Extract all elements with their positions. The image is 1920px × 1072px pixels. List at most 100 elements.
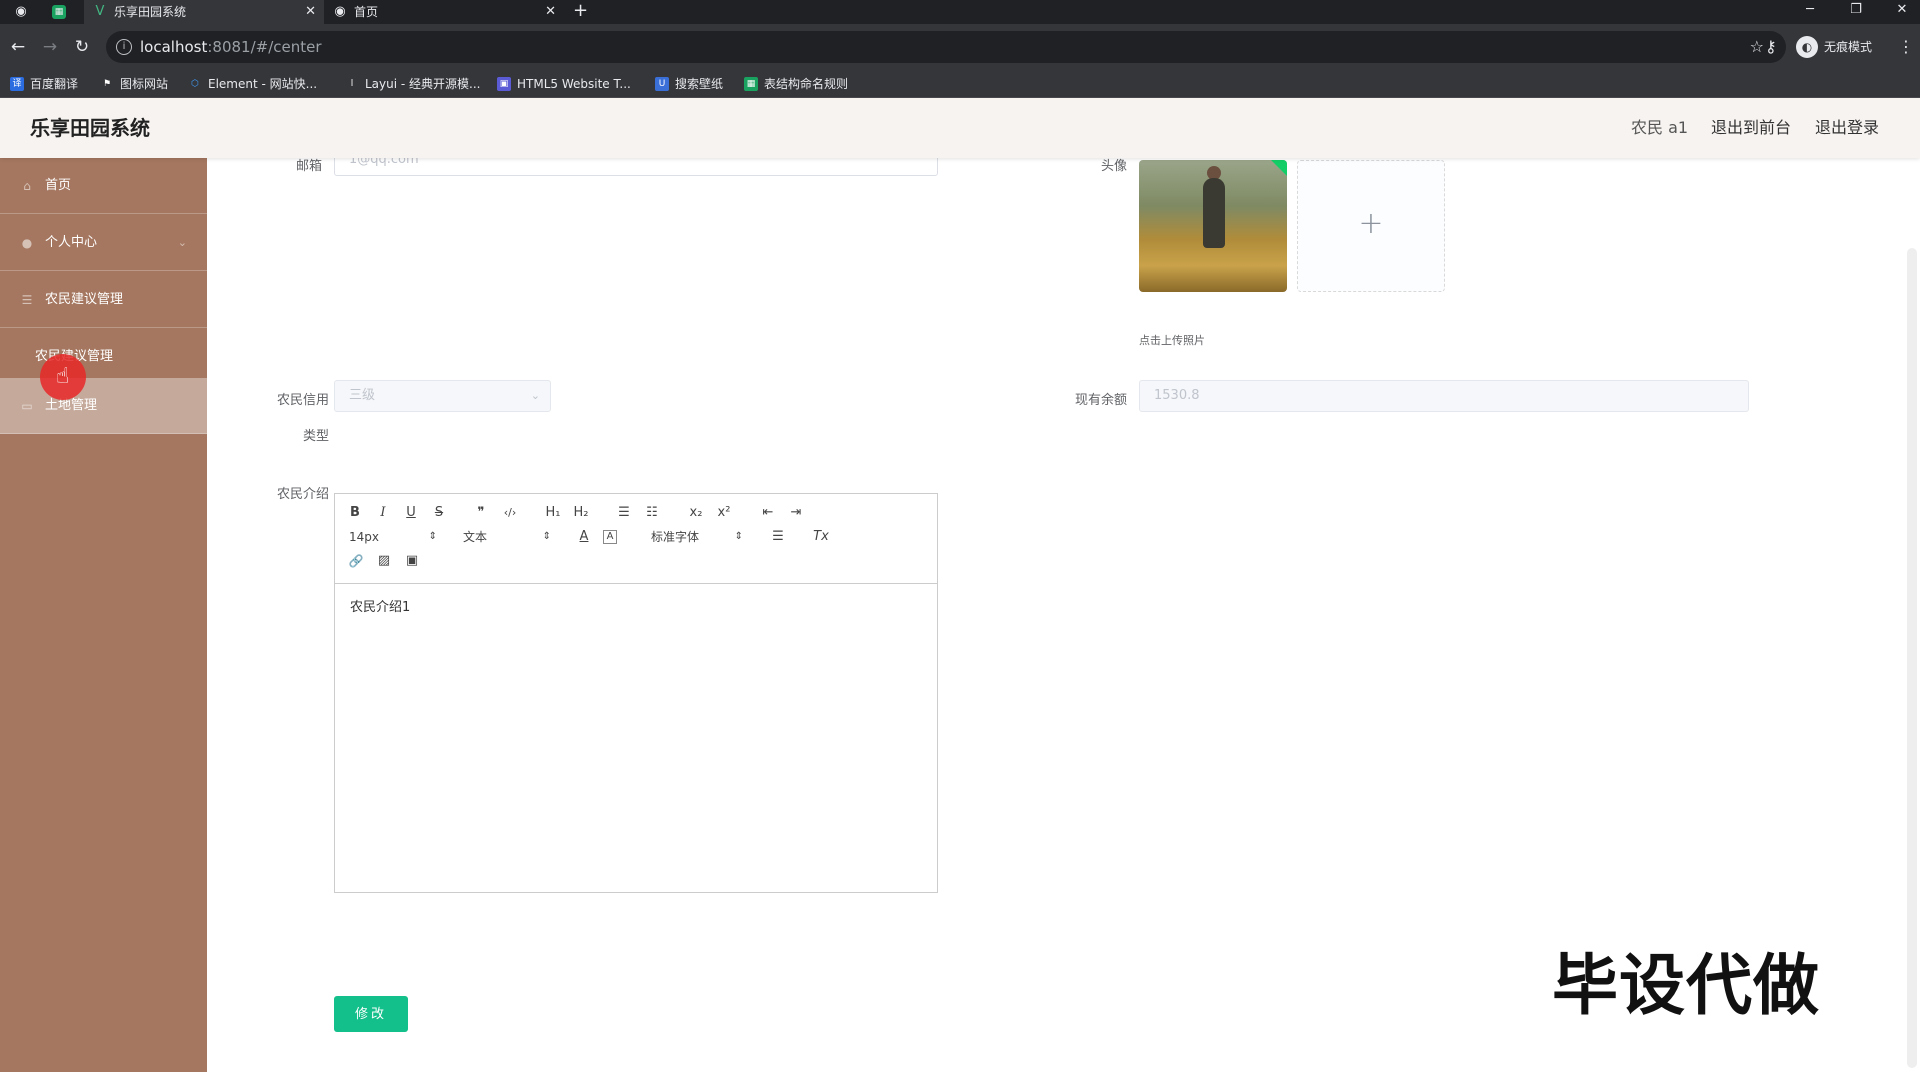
credit-type-label: 类型 bbox=[302, 429, 329, 444]
scrollbar[interactable] bbox=[1907, 248, 1917, 1068]
vue-icon: V bbox=[95, 4, 105, 19]
window-close-icon[interactable]: ✕ bbox=[1887, 0, 1917, 24]
reload-icon[interactable]: ↻ bbox=[70, 35, 94, 59]
bookmark-item[interactable]: ▣ HTML5 Website T... bbox=[497, 74, 631, 94]
bookmark-item[interactable]: U 搜索壁纸 bbox=[655, 74, 723, 94]
credit-select[interactable]: 三级 ⌄ bbox=[334, 380, 551, 412]
video-icon[interactable]: ▣ bbox=[403, 552, 421, 570]
background-color-button[interactable]: A bbox=[603, 530, 617, 544]
upload-button[interactable]: + bbox=[1297, 160, 1445, 292]
image-icon[interactable]: ▨ bbox=[375, 552, 393, 570]
editor-toolbar: B I U S ❞ ‹/› H₁ H₂ ☰ ☷ x₂ x² ⇤ ⇥ 14px ⇕… bbox=[335, 494, 937, 584]
exit-to-front-link[interactable]: 退出到前台 bbox=[1711, 98, 1791, 158]
url-input[interactable]: i localhost:8081/#/center ☆ bbox=[106, 31, 1786, 63]
sidebar-subitem-suggestions[interactable]: 农民建议管理 bbox=[0, 329, 207, 385]
globe-icon: ◉ bbox=[334, 4, 346, 19]
link-icon[interactable]: 🔗 bbox=[347, 552, 365, 570]
new-tab-button[interactable]: + bbox=[573, 0, 588, 24]
updown-icon: ⇕ bbox=[734, 531, 743, 542]
element-icon: ⬡ bbox=[191, 79, 199, 89]
email-input[interactable]: 1@qq.com bbox=[334, 158, 938, 176]
address-bar-row: ← → ↻ i localhost:8081/#/center ☆ ⚷ ◐ 无痕… bbox=[0, 24, 1920, 70]
wallpaper-icon: U bbox=[655, 77, 669, 91]
bookmark-item[interactable]: l Layui - 经典开源模... bbox=[345, 74, 481, 94]
land-icon: ▭ bbox=[21, 399, 33, 413]
rich-text-editor: B I U S ❞ ‹/› H₁ H₂ ☰ ☷ x₂ x² ⇤ ⇥ 14px ⇕… bbox=[334, 493, 938, 893]
sidebar: ⌂ 首页 ● 个人中心 ⌄ ☰ 农民建议管理 农民建议管理 ▭ 土地管理 bbox=[0, 158, 207, 1072]
bookmark-label: 表结构命名规则 bbox=[764, 77, 849, 91]
bookmark-label: Layui - 经典开源模... bbox=[365, 77, 481, 91]
flag-icon: ⚑ bbox=[102, 79, 112, 89]
h1-button[interactable]: H₁ bbox=[543, 504, 563, 522]
blockquote-button[interactable]: ❞ bbox=[473, 504, 489, 522]
bookmark-label: 搜索壁纸 bbox=[675, 77, 724, 91]
bold-button[interactable]: B bbox=[347, 504, 363, 522]
key-icon[interactable]: ⚷ bbox=[1765, 36, 1777, 58]
header-picker[interactable]: 文本 ⇕ bbox=[463, 528, 551, 546]
sidebar-item-home[interactable]: ⌂ 首页 bbox=[0, 158, 207, 214]
font-size-picker[interactable]: 14px ⇕ bbox=[349, 528, 437, 546]
align-button[interactable]: ☰ bbox=[769, 528, 787, 546]
sidebar-item-suggestions[interactable]: ☰ 农民建议管理 bbox=[0, 272, 207, 328]
h2-button[interactable]: H₂ bbox=[571, 504, 591, 522]
bookmark-item[interactable]: ▦ 表结构命名规则 bbox=[744, 74, 848, 94]
pinned-tab-icon[interactable]: ▦ bbox=[52, 5, 66, 19]
restore-icon[interactable]: ❐ bbox=[1841, 0, 1871, 24]
upload-success-badge bbox=[1271, 160, 1287, 176]
watermark-text: 毕设代做 bbox=[1552, 947, 1820, 1024]
code-button[interactable]: ‹/› bbox=[499, 504, 521, 522]
credit-value: 三级 bbox=[349, 388, 376, 403]
sidebar-item-label: 农民建议管理 bbox=[45, 292, 124, 307]
home-icon: ⌂ bbox=[23, 179, 31, 193]
tab-home[interactable]: ◉ 首页 ✕ bbox=[324, 0, 564, 24]
current-user: 农民 a1 bbox=[1631, 118, 1689, 137]
strike-button[interactable]: S bbox=[431, 504, 447, 522]
back-arrow-icon[interactable]: ← bbox=[6, 35, 30, 59]
sidebar-item-land[interactable]: ▭ 土地管理 bbox=[0, 378, 207, 434]
close-icon[interactable]: ✕ bbox=[545, 0, 556, 24]
layui-icon: l bbox=[350, 79, 354, 89]
close-icon[interactable]: ✕ bbox=[305, 0, 316, 24]
subscript-button[interactable]: x₂ bbox=[687, 504, 705, 522]
balance-label: 现有余额 bbox=[1074, 393, 1127, 408]
ordered-list-button[interactable]: ☰ bbox=[615, 504, 633, 522]
outdent-button[interactable]: ⇤ bbox=[759, 504, 777, 522]
bookmark-label: 百度翻译 bbox=[30, 77, 79, 91]
forward-arrow-icon[interactable]: → bbox=[38, 35, 62, 59]
font-family-value: 标准字体 bbox=[651, 530, 700, 544]
url-host: localhost bbox=[140, 38, 208, 56]
url-path: :8081/#/center bbox=[207, 38, 322, 56]
underline-button[interactable]: U bbox=[403, 504, 419, 522]
app-header: 乐享田园系统 农民 a1 退出到前台 退出登录 bbox=[0, 98, 1920, 158]
hand-cursor-icon: ☝ bbox=[56, 364, 70, 389]
submit-button[interactable]: 修改 bbox=[334, 996, 408, 1032]
updown-icon: ⇕ bbox=[428, 531, 437, 542]
minimize-icon[interactable]: ─ bbox=[1795, 0, 1825, 24]
info-icon[interactable]: i bbox=[116, 39, 132, 55]
clean-format-button[interactable]: Tx bbox=[811, 528, 831, 546]
logout-link[interactable]: 退出登录 bbox=[1815, 98, 1879, 158]
browser-menu-icon[interactable]: ◉ bbox=[12, 3, 30, 21]
editor-content[interactable]: 农民介绍1 bbox=[350, 596, 410, 615]
bookmark-item[interactable]: 译百度翻译 bbox=[10, 74, 78, 94]
sidebar-item-label: 个人中心 bbox=[45, 235, 98, 250]
bookmark-item[interactable]: ⚑ 图标网站 bbox=[100, 74, 168, 94]
sidebar-item-profile[interactable]: ● 个人中心 ⌄ bbox=[0, 215, 207, 271]
tab-title: 乐享田园系统 bbox=[114, 5, 187, 19]
avatar-image[interactable] bbox=[1139, 160, 1287, 292]
indent-button[interactable]: ⇥ bbox=[787, 504, 805, 522]
bookmark-item[interactable]: ⬡ Element - 网站快... bbox=[188, 74, 317, 94]
text-color-button[interactable]: A bbox=[575, 528, 593, 546]
font-family-picker[interactable]: 标准字体 ⇕ bbox=[651, 528, 743, 546]
sheet-icon: ▦ bbox=[744, 77, 758, 91]
superscript-button[interactable]: x² bbox=[715, 504, 733, 522]
italic-button[interactable]: I bbox=[375, 504, 391, 522]
star-icon[interactable]: ☆ bbox=[1750, 31, 1764, 63]
sidebar-item-label: 土地管理 bbox=[45, 398, 98, 413]
incognito-indicator[interactable]: ◐ 无痕模式 bbox=[1796, 35, 1872, 59]
more-menu-icon[interactable]: ⋮ bbox=[1898, 36, 1914, 58]
tab-app[interactable]: V 乐享田园系统 ✕ bbox=[84, 0, 324, 24]
balance-input[interactable]: 1530.8 bbox=[1139, 380, 1749, 412]
farmer-figure bbox=[1203, 178, 1225, 248]
bullet-list-button[interactable]: ☷ bbox=[643, 504, 661, 522]
